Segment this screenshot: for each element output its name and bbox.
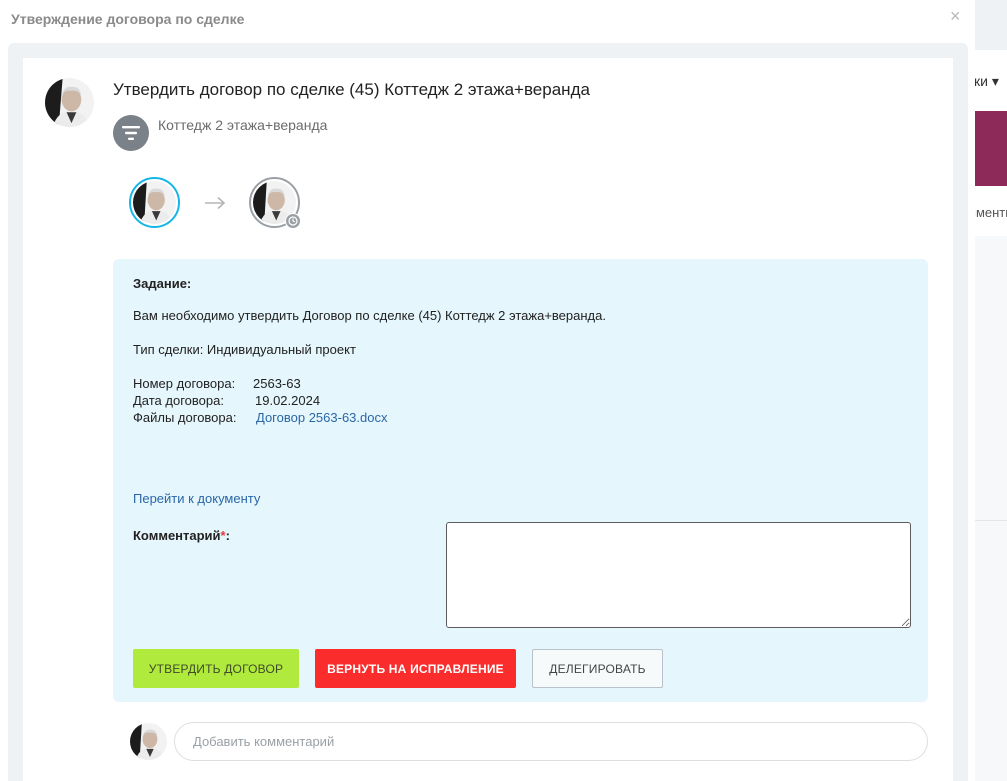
contract-number-label: Номер договора: xyxy=(133,376,236,391)
add-comment-input[interactable] xyxy=(174,722,928,761)
contract-files-label: Файлы договора: xyxy=(133,410,237,425)
comment-textarea[interactable] xyxy=(446,522,911,628)
return-for-revision-button[interactable]: ВЕРНУТЬ НА ИСПРАВЛЕНИЕ xyxy=(315,649,516,688)
clock-icon xyxy=(285,213,301,229)
contract-file-link[interactable]: Договор 2563-63.docx xyxy=(256,410,387,425)
filter-icon xyxy=(113,115,149,151)
approval-modal: Утверждение договора по сделке × Утверди… xyxy=(0,0,975,781)
task-description: Вам необходимо утвердить Договор по сдел… xyxy=(133,308,606,323)
contract-date: 19.02.2024 xyxy=(255,393,321,408)
go-to-document-link[interactable]: Перейти к документу xyxy=(133,491,260,506)
comment-label-text: Комментарий xyxy=(133,528,221,543)
comment-label: Комментарий*: xyxy=(133,528,230,543)
deal-type: Тип сделки: Индивидуальный проект xyxy=(133,342,356,357)
comment-label-colon: : xyxy=(225,528,230,543)
contract-number: 2563-63 xyxy=(253,376,301,391)
current-user-avatar xyxy=(130,723,167,760)
deal-name: Коттедж 2 этажа+веранда xyxy=(158,117,328,133)
flow-step-current-avatar[interactable] xyxy=(129,177,180,228)
task-label: Задание: xyxy=(133,276,192,291)
author-avatar[interactable] xyxy=(45,78,94,127)
contract-date-label: Дата договора: xyxy=(133,393,224,408)
modal-title: Утверждение договора по сделке xyxy=(11,11,245,27)
approve-contract-button[interactable]: УТВЕРДИТЬ ДОГОВОР xyxy=(133,649,299,688)
task-details-panel xyxy=(113,259,928,702)
task-title: Утвердить договор по сделке (45) Коттедж… xyxy=(113,80,590,99)
arrow-right-icon xyxy=(205,196,226,210)
delegate-button[interactable]: ДЕЛЕГИРОВАТЬ xyxy=(532,649,663,688)
close-icon[interactable]: × xyxy=(950,7,964,25)
